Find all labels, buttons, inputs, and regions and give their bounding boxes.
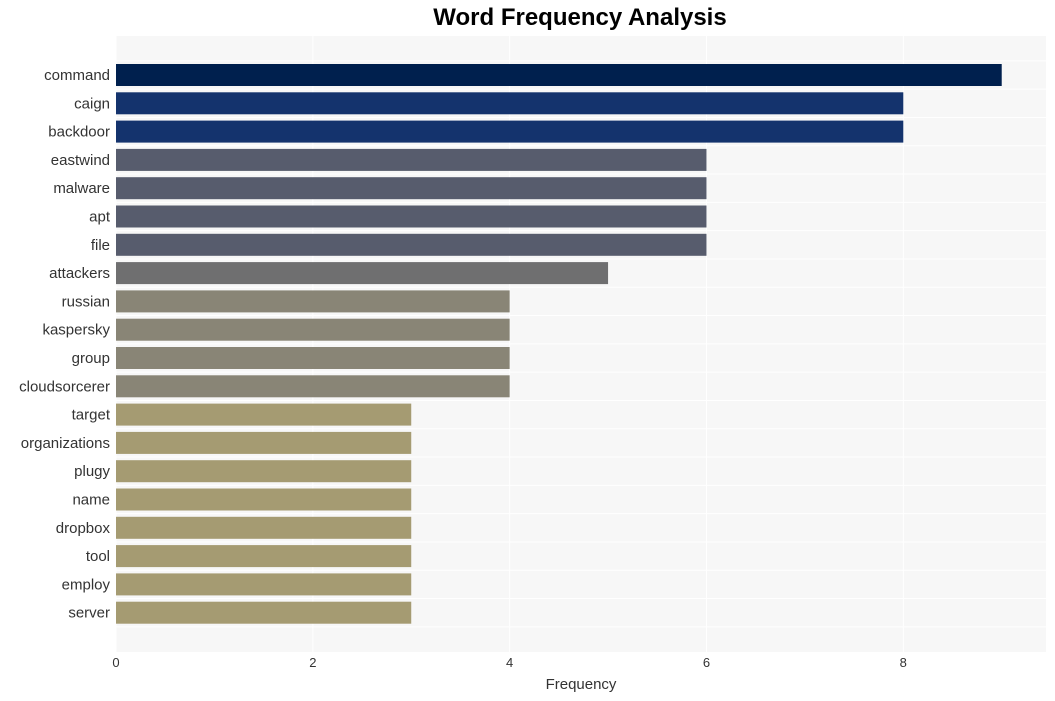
bar-attackers [116, 262, 609, 285]
bar-tool [116, 545, 412, 568]
y-label-caign: caign [74, 95, 110, 112]
x-tick-label: 0 [112, 655, 119, 670]
y-label-tool: tool [86, 548, 110, 565]
y-label-target: target [72, 407, 111, 424]
bar-russian [116, 290, 510, 313]
y-label-kaspersky: kaspersky [42, 322, 110, 339]
x-tick-label: 4 [506, 655, 513, 670]
y-label-file: file [91, 237, 110, 254]
x-axis-ticks: 0 2 4 6 8 [112, 655, 907, 670]
y-label-backdoor: backdoor [48, 124, 110, 141]
y-label-command: command [44, 67, 110, 84]
bar-chart: command caign backdoor eastwind malware apt fi… [19, 36, 1046, 693]
bar-caign [116, 92, 904, 115]
x-tick-label: 8 [900, 655, 907, 670]
y-label-malware: malware [53, 180, 110, 197]
y-label-employ: employ [62, 576, 111, 593]
x-axis-label: Frequency [546, 676, 617, 693]
y-label-russian: russian [62, 293, 110, 310]
y-label-organizations: organizations [21, 435, 110, 452]
bar-backdoor [116, 120, 904, 143]
y-label-eastwind: eastwind [51, 152, 110, 169]
bar-apt [116, 205, 707, 228]
bar-dropbox [116, 516, 412, 539]
bar-plugy [116, 460, 412, 483]
bar-malware [116, 177, 707, 200]
y-label-plugy: plugy [74, 463, 110, 480]
bar-name [116, 488, 412, 511]
bar-command [116, 64, 1002, 86]
bar-group [116, 347, 510, 369]
y-label-cloudsorcerer: cloudsorcerer [19, 378, 110, 395]
bar-cloudsorcerer [116, 375, 510, 398]
x-tick-label: 6 [703, 655, 710, 670]
bar-employ [116, 573, 412, 596]
y-label-server: server [68, 605, 110, 622]
bar-file [116, 233, 707, 256]
bar-eastwind [116, 148, 707, 171]
bar-kaspersky [116, 318, 510, 341]
y-label-attackers: attackers [49, 265, 110, 282]
bar-server [116, 601, 412, 624]
bar-organizations [116, 431, 412, 454]
y-label-dropbox: dropbox [56, 520, 111, 537]
y-label-apt: apt [89, 209, 111, 226]
bar-target [116, 403, 412, 426]
y-label-name: name [72, 492, 110, 509]
y-axis-labels: command caign backdoor eastwind malware apt fi… [19, 67, 111, 622]
x-tick-label: 2 [309, 655, 316, 670]
y-label-group: group [72, 350, 110, 367]
